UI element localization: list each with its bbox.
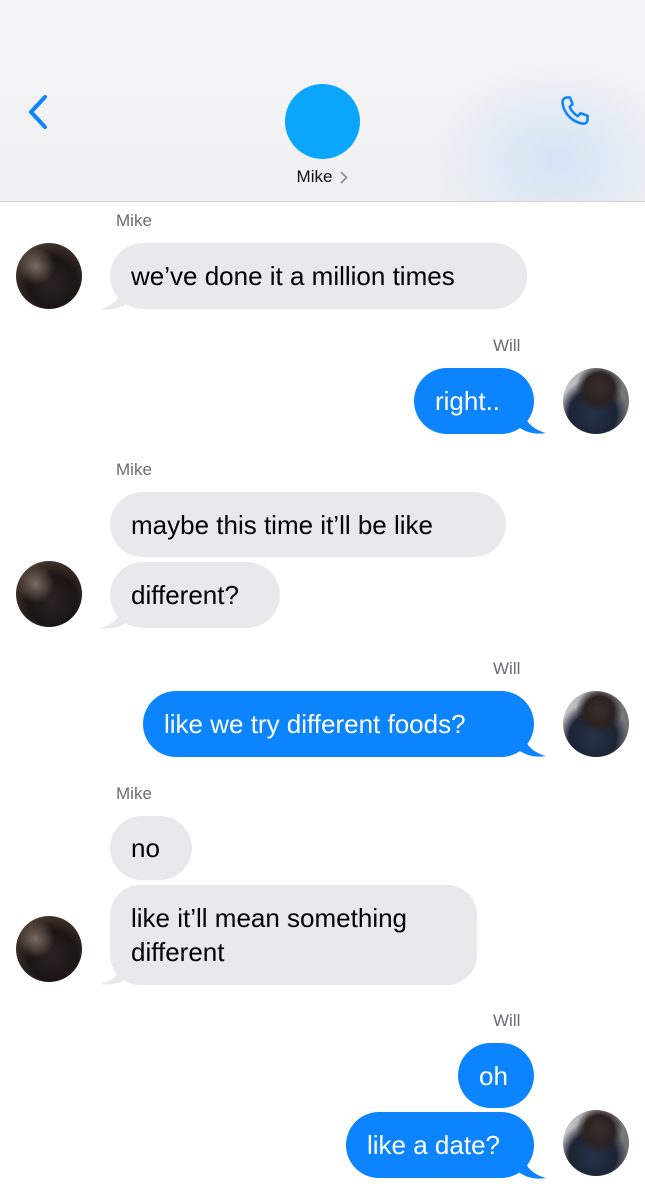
contact-name-button[interactable]: Mike — [0, 164, 645, 190]
avatar[interactable] — [16, 243, 82, 309]
sender-label: Will — [493, 659, 521, 678]
conversation-header: Mike — [0, 0, 645, 202]
message-text: different? — [131, 580, 239, 610]
message-text: maybe this time it’ll be like — [131, 509, 433, 540]
message-bubble[interactable]: right.. — [414, 368, 534, 434]
avatar[interactable] — [16, 561, 82, 627]
contact-avatar[interactable] — [285, 84, 360, 159]
phone-icon — [555, 93, 595, 138]
call-button[interactable] — [550, 92, 600, 138]
message-bubble[interactable]: oh — [458, 1043, 534, 1108]
message-bubble[interactable]: no — [110, 816, 192, 880]
avatar[interactable] — [563, 691, 629, 757]
message-bubble[interactable]: maybe this time it’ll be like — [110, 492, 506, 557]
message-bubble[interactable]: like we try different foods? — [143, 691, 534, 757]
chevron-right-icon — [340, 171, 348, 184]
sender-label: Mike — [116, 784, 152, 803]
chevron-left-icon — [27, 94, 49, 135]
message-bubble[interactable]: different? — [110, 562, 280, 628]
avatar[interactable] — [563, 1110, 629, 1176]
message-bubble[interactable]: like it’ll mean something different — [110, 885, 477, 985]
message-text: like a date? — [367, 1130, 500, 1160]
message-bubble[interactable]: like a date? — [346, 1112, 534, 1178]
sender-label: Mike — [116, 211, 152, 230]
sender-label: Will — [493, 336, 521, 355]
contact-name: Mike — [296, 167, 333, 186]
sender-label: Mike — [116, 460, 152, 479]
message-text: right.. — [435, 386, 501, 416]
avatar[interactable] — [563, 368, 629, 434]
avatar[interactable] — [16, 916, 82, 982]
message-text: like it’ll mean something — [131, 903, 408, 933]
sender-label: Will — [493, 1011, 521, 1030]
message-bubble[interactable]: we’ve done it a million times — [110, 243, 527, 309]
message-text: we’ve done it a million times — [131, 261, 455, 291]
message-text: like we try different foods? — [164, 709, 466, 739]
back-button[interactable] — [18, 92, 58, 136]
message-text: different — [131, 937, 225, 967]
message-text: no — [131, 833, 160, 863]
message-text: oh — [479, 1060, 508, 1091]
